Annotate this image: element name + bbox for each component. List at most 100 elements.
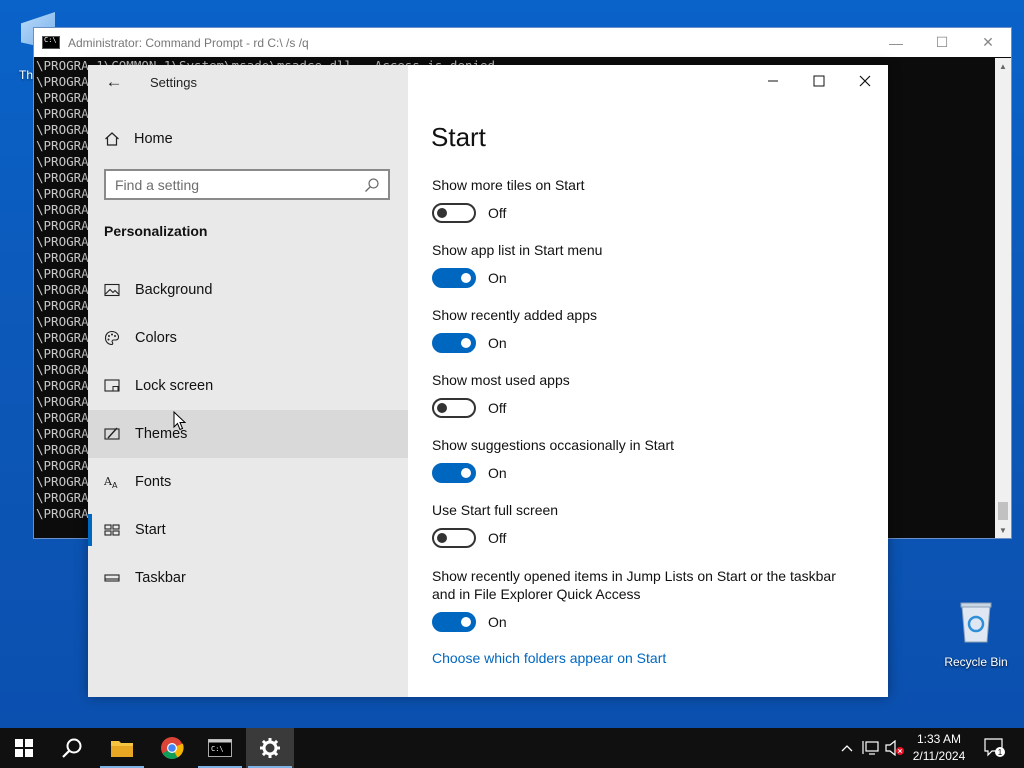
cmd-app-icon bbox=[42, 36, 60, 49]
sidebar-item-background[interactable]: Background bbox=[88, 266, 408, 314]
toggle-state-label: On bbox=[488, 465, 507, 481]
fonts-icon: A A bbox=[104, 475, 118, 490]
file-explorer-button[interactable] bbox=[98, 728, 146, 768]
toggle-state-label: On bbox=[488, 335, 507, 351]
toggle-recently-added[interactable] bbox=[432, 333, 476, 353]
clock-time: 1:33 AM bbox=[916, 732, 962, 746]
scroll-up-icon[interactable]: ▲ bbox=[995, 58, 1011, 74]
terminal-icon: C:\ bbox=[208, 739, 232, 757]
sidebar-item-start[interactable]: Start bbox=[88, 506, 408, 554]
recycle-bin-label: Recycle Bin bbox=[944, 655, 1008, 669]
toggle-state-label: Off bbox=[488, 205, 507, 221]
toggle-state-label: Off bbox=[488, 530, 507, 546]
scroll-thumb[interactable] bbox=[998, 502, 1008, 520]
option-label: Show suggestions occasionally in Start bbox=[432, 437, 675, 453]
find-setting-search[interactable] bbox=[104, 169, 390, 200]
cmd-minimize-button[interactable]: — bbox=[873, 28, 919, 57]
toggle-full-screen[interactable] bbox=[432, 528, 476, 548]
network-button[interactable] bbox=[860, 728, 882, 768]
toggle-state-label: On bbox=[488, 614, 507, 630]
windows-logo-icon bbox=[15, 739, 33, 757]
clock-date: 2/11/2024 bbox=[912, 749, 966, 763]
option-label: Show recently opened items in Jump Lists… bbox=[432, 568, 836, 602]
taskbar-icon bbox=[104, 574, 120, 582]
notifications-icon: 1 bbox=[984, 738, 1005, 757]
palette-icon bbox=[104, 330, 120, 346]
sidebar-item-themes[interactable]: Themes bbox=[88, 410, 408, 458]
mouse-cursor-icon bbox=[173, 411, 187, 431]
settings-app-title: Settings bbox=[150, 75, 197, 90]
brush-icon bbox=[104, 427, 120, 440]
sidebar-item-label: Lock screen bbox=[135, 378, 214, 394]
option-label: Show app list in Start menu bbox=[432, 242, 603, 258]
minimize-button[interactable] bbox=[750, 65, 796, 97]
notification-count: 1 bbox=[998, 748, 1003, 757]
start-button[interactable] bbox=[0, 728, 48, 768]
start-tiles-icon bbox=[104, 524, 120, 536]
picture-icon bbox=[104, 283, 120, 297]
settings-window[interactable]: ← Settings Home Personalization Backgrou… bbox=[88, 65, 888, 697]
section-title: Personalization bbox=[104, 223, 208, 239]
search-input[interactable] bbox=[106, 175, 364, 194]
recycle-bin[interactable]: Recycle Bin bbox=[940, 600, 1012, 669]
sidebar-item-lock-screen[interactable]: Lock screen bbox=[88, 362, 408, 410]
cmd-close-button[interactable]: ✕ bbox=[965, 28, 1011, 57]
toggle-suggestions[interactable] bbox=[432, 463, 476, 483]
close-button[interactable] bbox=[842, 65, 888, 97]
svg-text:C:\: C:\ bbox=[211, 745, 224, 753]
option-label: Use Start full screen bbox=[432, 502, 559, 518]
sidebar-item-label: Colors bbox=[135, 330, 177, 346]
recycle-bin-icon bbox=[960, 602, 992, 643]
folder-icon bbox=[111, 741, 133, 757]
toggle-state-label: Off bbox=[488, 400, 507, 416]
toggle-knob bbox=[437, 533, 447, 543]
option-label: Show recently added apps bbox=[432, 307, 597, 323]
tray-overflow-button[interactable] bbox=[838, 728, 856, 768]
cmd-titlebar[interactable]: Administrator: Command Prompt - rd C:\ /… bbox=[34, 28, 1011, 57]
chrome-icon bbox=[161, 737, 184, 759]
maximize-button[interactable] bbox=[796, 65, 842, 97]
chrome-button[interactable] bbox=[148, 728, 196, 768]
sidebar-item-colors[interactable]: Colors bbox=[88, 314, 408, 362]
cmd-maximize-button[interactable]: ☐ bbox=[919, 28, 965, 57]
sidebar-item-label: Background bbox=[135, 282, 213, 298]
toggle-more-tiles[interactable] bbox=[432, 203, 476, 223]
cmd-title: Administrator: Command Prompt - rd C:\ /… bbox=[68, 35, 309, 50]
choose-folders-link[interactable]: Choose which folders appear on Start bbox=[432, 650, 666, 666]
toggle-knob bbox=[461, 338, 471, 348]
sidebar-item-label: Taskbar bbox=[135, 570, 186, 586]
scroll-down-icon[interactable]: ▼ bbox=[995, 522, 1011, 538]
settings-taskbar-button[interactable] bbox=[246, 728, 294, 768]
search-icon[interactable] bbox=[364, 177, 380, 193]
toggle-app-list[interactable] bbox=[432, 268, 476, 288]
home-label: Home bbox=[134, 131, 173, 147]
toggle-knob bbox=[437, 208, 447, 218]
toggle-knob bbox=[461, 468, 471, 478]
action-center-button[interactable]: 1 bbox=[980, 728, 1010, 768]
settings-sidebar: ← Settings Home Personalization Backgrou… bbox=[88, 65, 408, 697]
search-icon bbox=[62, 738, 82, 758]
back-arrow-icon[interactable]: ← bbox=[104, 72, 124, 92]
option-label: Show more tiles on Start bbox=[432, 177, 585, 193]
taskbar: C:\ 1:33 AM 2/11/2024 1 bbox=[0, 728, 1024, 768]
lock-screen-icon bbox=[104, 379, 120, 392]
gear-icon bbox=[260, 738, 280, 758]
settings-content: Start Show more tiles on Start Off Show … bbox=[408, 65, 888, 697]
cmd-taskbar-button[interactable]: C:\ bbox=[196, 728, 244, 768]
toggle-jump-lists[interactable] bbox=[432, 612, 476, 632]
search-button[interactable] bbox=[48, 728, 96, 768]
network-icon bbox=[862, 741, 879, 755]
toggle-knob bbox=[461, 617, 471, 627]
desktop-icon-label: Th bbox=[19, 68, 34, 82]
maximize-icon bbox=[813, 75, 825, 87]
sidebar-item-taskbar[interactable]: Taskbar bbox=[88, 554, 408, 602]
toggle-most-used[interactable] bbox=[432, 398, 476, 418]
home-icon bbox=[105, 132, 119, 146]
taskbar-clock[interactable]: 1:33 AM 2/11/2024 bbox=[900, 731, 978, 765]
sidebar-item-fonts[interactable]: A A Fonts bbox=[88, 458, 408, 506]
minimize-icon bbox=[768, 80, 778, 82]
cmd-scrollbar[interactable]: ▲ ▼ bbox=[995, 58, 1011, 538]
sidebar-item-label: Start bbox=[135, 522, 166, 538]
toggle-state-label: On bbox=[488, 270, 507, 286]
home-nav-item[interactable]: Home bbox=[104, 127, 173, 151]
